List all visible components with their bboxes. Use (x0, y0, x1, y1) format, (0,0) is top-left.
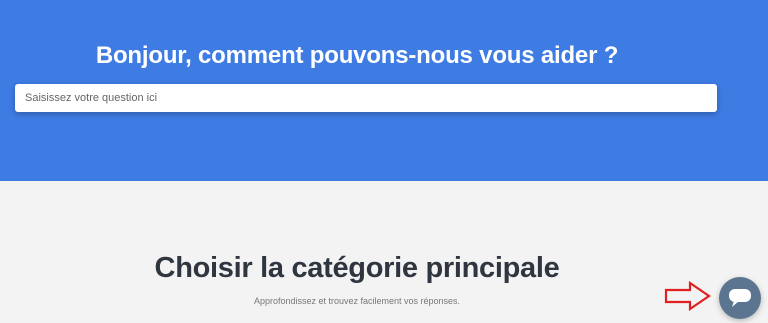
hero-banner: Bonjour, comment pouvons-nous vous aider… (0, 0, 768, 181)
search-box (15, 84, 717, 112)
help-center-page: Bonjour, comment pouvons-nous vous aider… (0, 0, 768, 323)
arrow-right-icon (664, 281, 711, 311)
search-input[interactable] (15, 84, 717, 112)
chat-launcher-button[interactable] (719, 277, 761, 319)
categories-title: Choisir la catégorie principale (154, 252, 560, 284)
hero-title: Bonjour, comment pouvons-nous vous aider… (95, 42, 619, 69)
chat-bubble-icon (729, 289, 751, 307)
categories-subtitle: Approfondissez et trouvez facilement vos… (253, 296, 461, 306)
